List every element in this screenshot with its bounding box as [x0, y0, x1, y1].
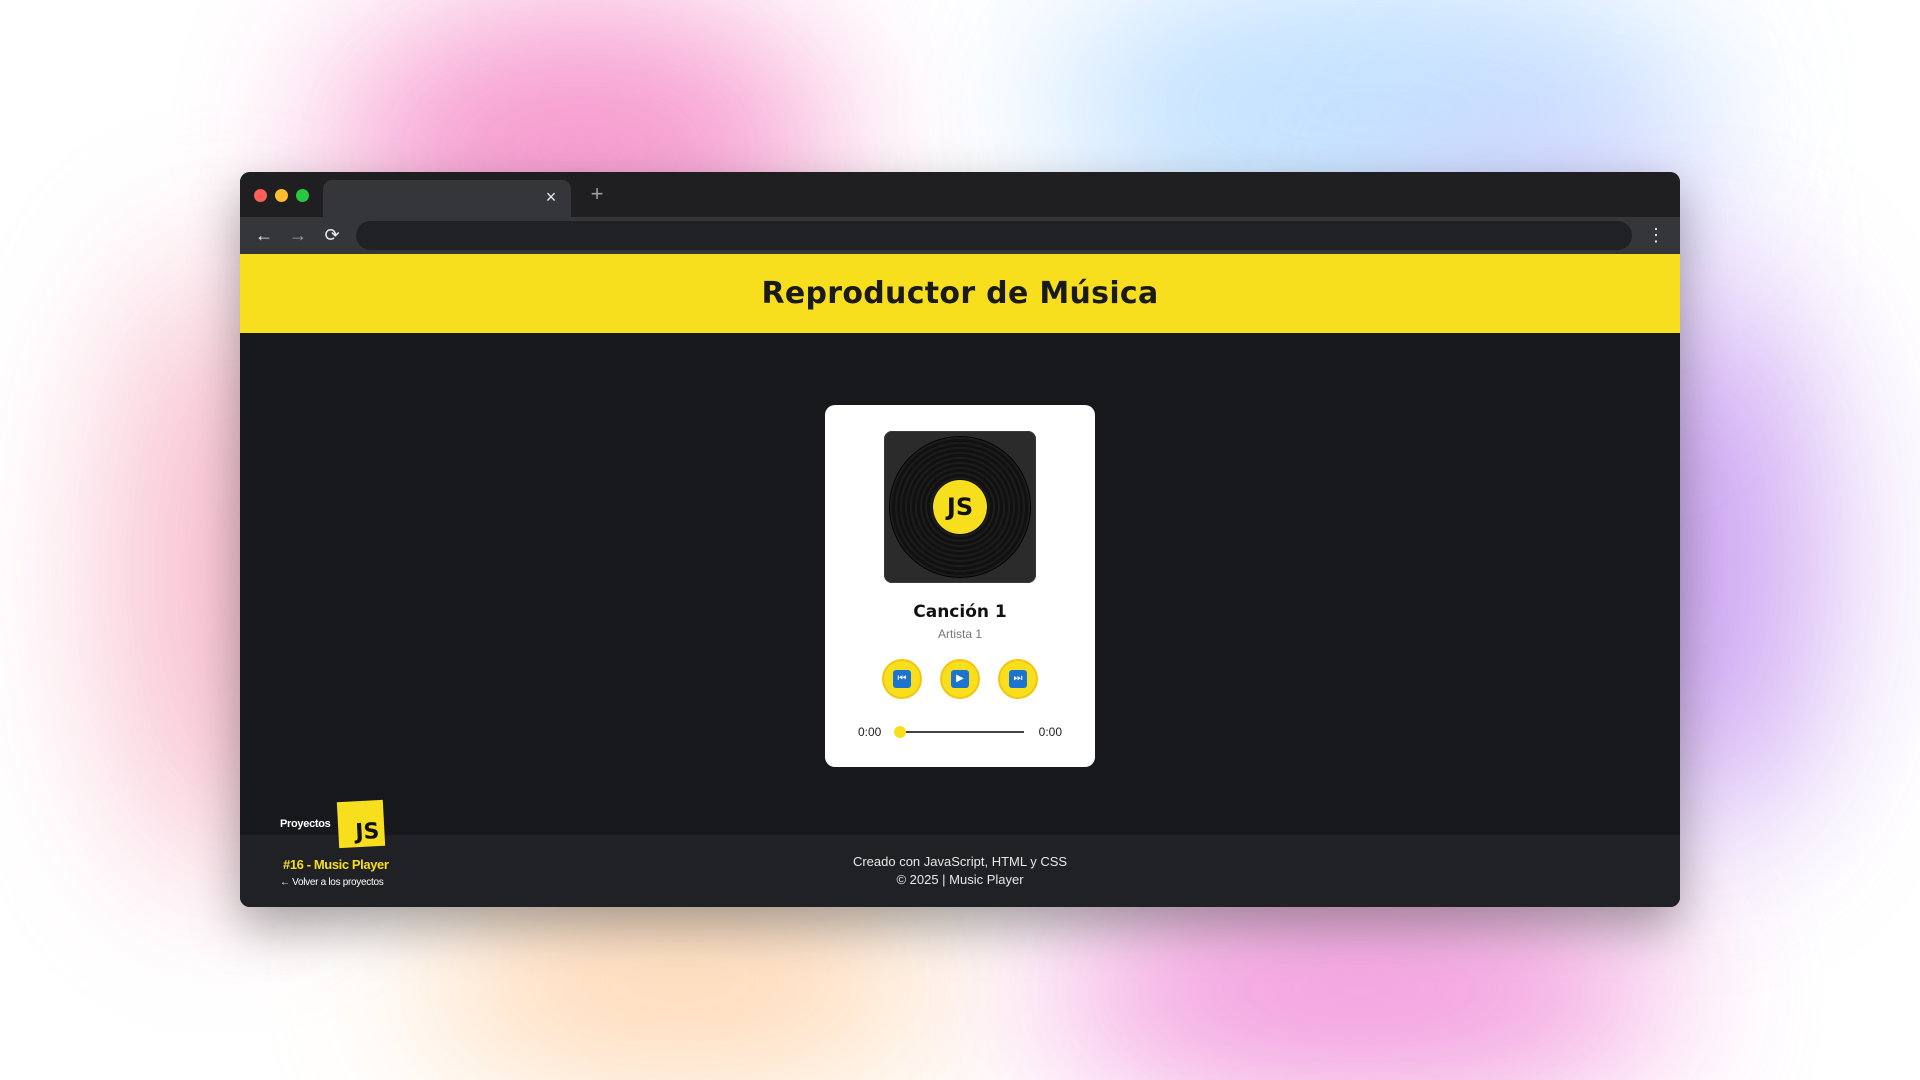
page-title: Reproductor de Música [761, 276, 1159, 311]
next-track-button[interactable]: ⏭ [998, 659, 1038, 699]
close-icon[interactable]: × [541, 187, 561, 207]
page-footer: Creado con JavaScript, HTML y CSS © 2025… [240, 835, 1680, 907]
next-track-icon: ⏭ [1009, 670, 1027, 688]
browser-tab[interactable]: × [323, 180, 571, 217]
badge-proyectos-label: Proyectos [280, 818, 331, 830]
js-logo-label: JS [933, 480, 987, 534]
music-player-card: JS Canción 1 Artista 1 ⏮ ▶ ⏭ 0:00 0:00 [825, 405, 1095, 767]
vinyl-record-icon: JS [890, 437, 1030, 577]
back-to-projects-link[interactable]: ← Volver a los proyectos [280, 877, 384, 888]
progress-slider[interactable] [894, 726, 1024, 738]
song-title: Canción 1 [913, 602, 1007, 622]
play-button[interactable]: ▶ [940, 659, 980, 699]
player-controls: ⏮ ▶ ⏭ [825, 659, 1095, 699]
minimize-window-button[interactable] [275, 189, 288, 202]
badge-project-name: #16 - Music Player [283, 857, 389, 872]
browser-toolbar: ← → ⟳ ⋮ [240, 217, 1680, 254]
window-controls [254, 189, 309, 202]
forward-arrow-icon[interactable]: → [286, 223, 310, 247]
song-artist: Artista 1 [937, 627, 982, 641]
kebab-menu-icon[interactable]: ⋮ [1644, 223, 1668, 247]
page-header: Reproductor de Música [240, 254, 1680, 333]
maximize-window-button[interactable] [296, 189, 309, 202]
total-time: 0:00 [1038, 725, 1062, 739]
close-window-button[interactable] [254, 189, 267, 202]
album-cover: JS [884, 431, 1036, 583]
tab-bar: × + [240, 172, 1680, 217]
play-icon: ▶ [951, 670, 969, 688]
project-badge: Proyectos JS #16 - Music Player ← Volver… [280, 799, 400, 891]
footer-credits: Creado con JavaScript, HTML y CSS [852, 854, 1068, 869]
previous-track-button[interactable]: ⏮ [882, 659, 922, 699]
address-bar[interactable] [356, 221, 1632, 250]
previous-track-icon: ⏮ [893, 670, 911, 688]
browser-window: × + ← → ⟳ ⋮ Reproductor de Música JS Can… [240, 172, 1680, 907]
back-arrow-icon[interactable]: ← [252, 223, 276, 247]
progress-slider-thumb[interactable] [894, 726, 906, 738]
js-logo-icon: JS [336, 799, 386, 849]
current-time: 0:00 [858, 725, 882, 739]
progress-row: 0:00 0:00 [858, 724, 1062, 740]
footer-copyright: © 2025 | Music Player [896, 872, 1024, 887]
footer-text: Creado con JavaScript, HTML y CSS © 2025… [240, 853, 1680, 889]
new-tab-button[interactable]: + [585, 182, 609, 206]
reload-icon[interactable]: ⟳ [320, 223, 344, 247]
page-content: Reproductor de Música JS Canción 1 Artis… [240, 254, 1680, 907]
